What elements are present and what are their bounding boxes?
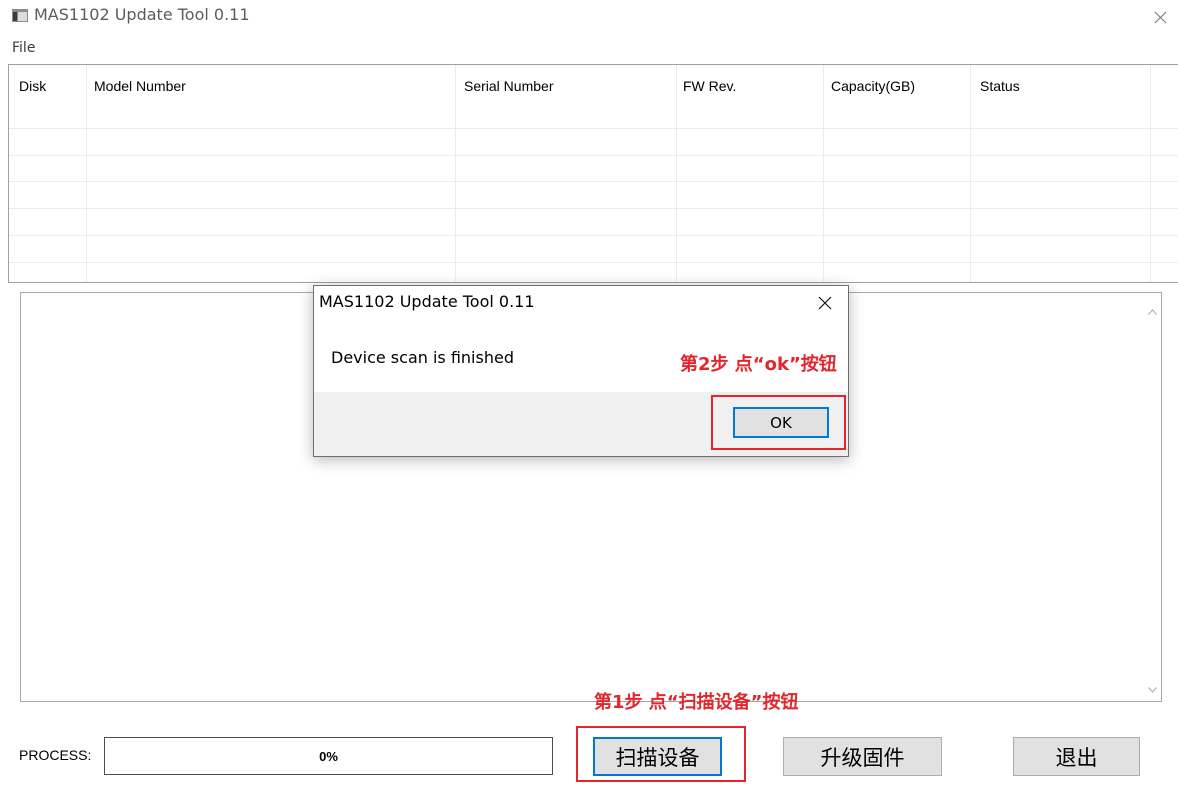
- close-icon: [1154, 11, 1167, 24]
- process-label: PROCESS:: [19, 747, 92, 763]
- progress-text: 0%: [319, 748, 338, 764]
- vertical-scrollbar[interactable]: [1144, 293, 1161, 701]
- column-header-disk[interactable]: Disk: [9, 65, 86, 107]
- column-header-fw-rev[interactable]: FW Rev.: [676, 65, 823, 107]
- window-title: MAS1102 Update Tool 0.11: [34, 5, 250, 24]
- chevron-up-icon: [1148, 309, 1157, 315]
- column-divider: [455, 65, 456, 282]
- column-divider: [86, 65, 87, 282]
- column-divider: [676, 65, 677, 282]
- menu-bar: File: [0, 36, 1178, 60]
- table-row[interactable]: [9, 182, 1178, 209]
- menu-file[interactable]: File: [12, 38, 35, 58]
- column-divider: [1150, 65, 1151, 282]
- table-row[interactable]: [9, 129, 1178, 156]
- progress-bar: 0%: [104, 737, 553, 775]
- dialog-close-button[interactable]: [811, 290, 839, 316]
- highlight-box-ok: [711, 395, 846, 450]
- title-bar: MAS1102 Update Tool 0.11: [0, 0, 1178, 32]
- dialog-message: Device scan is finished: [331, 348, 514, 367]
- table-row[interactable]: [9, 156, 1178, 182]
- table-row[interactable]: [9, 209, 1178, 236]
- table-row[interactable]: [9, 263, 1178, 282]
- table-header: Disk Model Number Serial Number FW Rev. …: [9, 65, 1178, 107]
- annotation-step2: 第2步 点“ok”按钮: [680, 354, 837, 375]
- scroll-down-button[interactable]: [1144, 684, 1161, 696]
- window-close-button[interactable]: [1148, 6, 1172, 28]
- disk-table: Disk Model Number Serial Number FW Rev. …: [8, 64, 1178, 283]
- column-header-model-number[interactable]: Model Number: [86, 65, 455, 107]
- chevron-down-icon: [1148, 687, 1157, 693]
- column-header-serial-number[interactable]: Serial Number: [455, 65, 676, 107]
- exit-button[interactable]: 退出: [1013, 737, 1140, 776]
- scroll-up-button[interactable]: [1144, 306, 1161, 318]
- close-icon: [818, 296, 832, 310]
- column-header-capacity[interactable]: Capacity(GB): [823, 65, 970, 107]
- table-row[interactable]: [9, 236, 1178, 263]
- column-divider: [970, 65, 971, 282]
- table-row[interactable]: [9, 107, 1178, 129]
- app-window-icon: [12, 9, 28, 22]
- dialog-title: MAS1102 Update Tool 0.11: [319, 292, 535, 311]
- upgrade-firmware-button[interactable]: 升级固件: [783, 737, 942, 776]
- highlight-box-scan: [576, 726, 746, 782]
- column-divider: [823, 65, 824, 282]
- column-header-status[interactable]: Status: [970, 65, 1150, 107]
- annotation-step1: 第1步 点“扫描设备”按钮: [594, 692, 799, 713]
